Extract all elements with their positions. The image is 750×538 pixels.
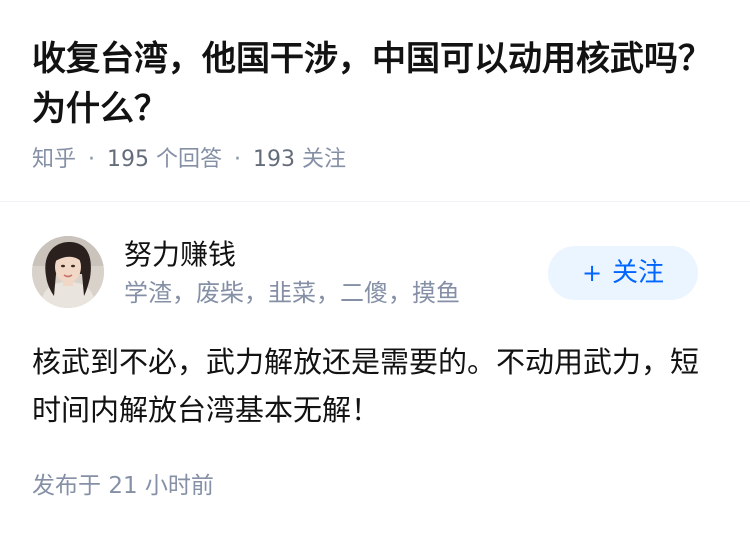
answer-content[interactable]: 核武到不必，武力解放还是需要的。不动用武力，短时间内解放台湾基本无解！ bbox=[32, 338, 718, 434]
author-bio-text: 学渣，废柴，韭菜，二傻，摸鱼 bbox=[124, 279, 460, 307]
answer-count-label[interactable]: 个回答 bbox=[156, 147, 222, 172]
plus-icon: + bbox=[581, 259, 603, 287]
follower-count[interactable]: 193 bbox=[253, 147, 295, 172]
author-name[interactable]: 努力赚钱 bbox=[124, 235, 236, 275]
follow-button[interactable]: + 关注 bbox=[548, 246, 698, 300]
question-header: 收复台湾，他国干涉，中国可以动用核武吗？为什么？ 知乎 · 195 个回答 · 193 … bbox=[0, 0, 750, 200]
author-bio: 学渣，废柴，韭菜，二傻，摸鱼 bbox=[124, 276, 534, 310]
separator-dot: · bbox=[88, 147, 96, 172]
follower-count-label[interactable]: 关注 bbox=[302, 147, 346, 172]
avatar[interactable] bbox=[32, 236, 104, 308]
publish-time: 21 小时前 bbox=[108, 473, 214, 499]
bio-fade-overlay bbox=[464, 276, 534, 310]
question-title[interactable]: 收复台湾，他国干涉，中国可以动用核武吗？为什么？ bbox=[32, 34, 712, 134]
follow-label: 关注 bbox=[612, 258, 665, 288]
source-label[interactable]: 知乎 bbox=[32, 147, 76, 172]
publish-label: 发布于 bbox=[32, 473, 101, 499]
publish-info: 发布于 21 小时前 bbox=[32, 469, 214, 503]
author-card: 努力赚钱 学渣，废柴，韭菜，二傻，摸鱼 + 关注 bbox=[0, 232, 750, 312]
question-meta: 知乎 · 195 个回答 · 193 关注 bbox=[32, 143, 346, 177]
section-divider bbox=[0, 201, 750, 202]
separator-dot: · bbox=[234, 147, 242, 172]
avatar-portrait-icon bbox=[32, 236, 104, 308]
answer-count[interactable]: 195 bbox=[107, 147, 149, 172]
